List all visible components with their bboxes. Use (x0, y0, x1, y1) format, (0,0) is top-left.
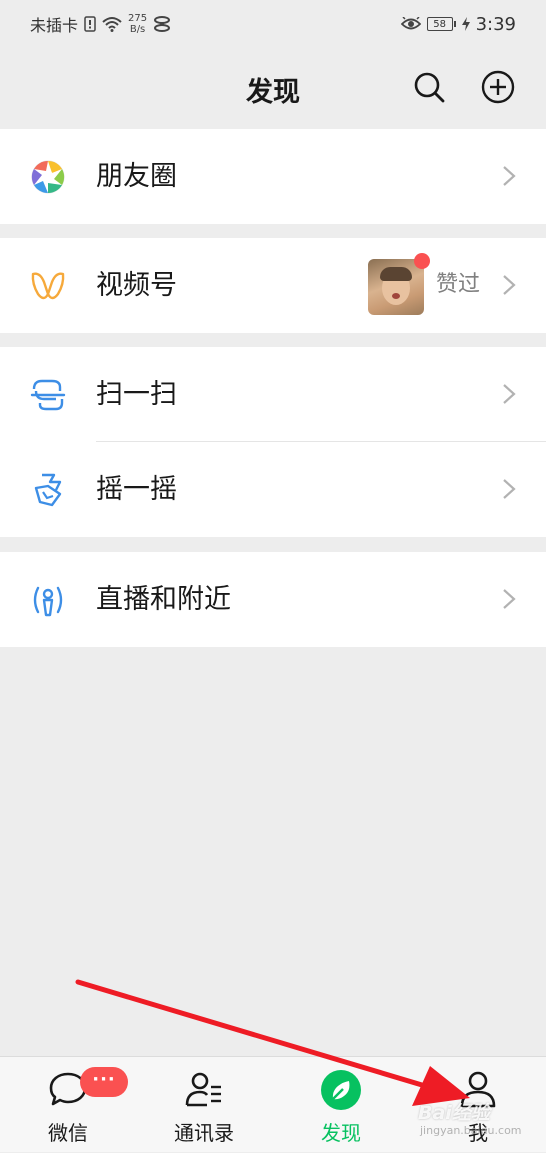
group-moments: 朋友圈 (0, 129, 546, 224)
group-scan-shake: 扫一扫 摇一摇 (0, 347, 546, 537)
group-channels: 视频号 赞过 (0, 238, 546, 333)
tab-discover-label: 发现 (321, 1121, 361, 1145)
eye-comfort-icon (400, 17, 421, 30)
unread-badge: ··· (80, 1067, 128, 1097)
clock: 3:39 (475, 13, 516, 35)
watermark: Bai经验 (418, 1102, 490, 1124)
chevron-right-icon (503, 479, 516, 499)
net-speed-unit: B/s (129, 24, 146, 35)
battery-indicator: 58 (426, 17, 456, 31)
net-speed: 275 B/s (128, 13, 147, 35)
channels-icon (31, 272, 65, 300)
tab-contacts[interactable]: 通讯录 (136, 1057, 272, 1153)
scan-icon (30, 379, 66, 411)
thumbnail-mouth (392, 293, 400, 299)
chevron-right-icon (503, 275, 516, 295)
page-title: 发现 (246, 77, 300, 108)
live-nearby-icon (33, 586, 63, 617)
chevron-right-icon (503, 589, 516, 609)
channels-liked-text: 赞过 (436, 272, 481, 297)
tab-discover[interactable]: 发现 (273, 1057, 409, 1153)
shake-label: 摇一摇 (96, 474, 177, 505)
battery-level: 58 (426, 17, 453, 31)
status-left: 未插卡 275 B/s (30, 12, 171, 36)
battery-cap (453, 21, 456, 27)
channels-label: 视频号 (96, 270, 177, 301)
moments-label: 朋友圈 (96, 161, 177, 192)
aperture-icon (31, 160, 65, 194)
compass-icon (321, 1070, 361, 1110)
red-dot-badge (414, 253, 430, 269)
scan-label: 扫一扫 (96, 379, 177, 410)
chevron-right-icon (503, 384, 516, 404)
hotspot-icon (154, 16, 171, 32)
group-live-nearby: 直播和附近 (0, 552, 546, 647)
tab-chats[interactable]: ··· 微信 (0, 1057, 136, 1153)
status-right: 58 3:39 (400, 13, 516, 35)
plus-circle-icon[interactable] (481, 70, 515, 104)
menu-item-channels[interactable]: 视频号 赞过 (0, 238, 546, 333)
menu-item-moments[interactable]: 朋友圈 (0, 129, 546, 224)
tab-contacts-label: 通讯录 (174, 1121, 234, 1145)
menu-item-shake[interactable]: 摇一摇 (0, 442, 546, 537)
watermark-url: jingyan.baidu.com (420, 1124, 522, 1137)
nav-header: 发现 (0, 48, 546, 128)
wifi-icon (102, 17, 122, 32)
sim-icon (84, 16, 96, 32)
contacts-icon (185, 1072, 221, 1107)
thumbnail-hair (380, 267, 412, 281)
menu-item-scan[interactable]: 扫一扫 (0, 347, 546, 442)
shake-icon (34, 473, 62, 507)
carrier-text: 未插卡 (30, 16, 79, 35)
status-bar: 未插卡 275 B/s 58 3:39 (0, 0, 546, 48)
net-speed-value: 275 (128, 13, 148, 24)
live-nearby-label: 直播和附近 (96, 584, 231, 615)
channels-thumbnail (368, 253, 430, 315)
search-icon[interactable] (412, 70, 446, 104)
charging-icon (461, 17, 470, 31)
tab-chats-label: 微信 (48, 1121, 88, 1145)
chevron-right-icon (503, 166, 516, 186)
menu-item-live-nearby[interactable]: 直播和附近 (0, 552, 546, 647)
